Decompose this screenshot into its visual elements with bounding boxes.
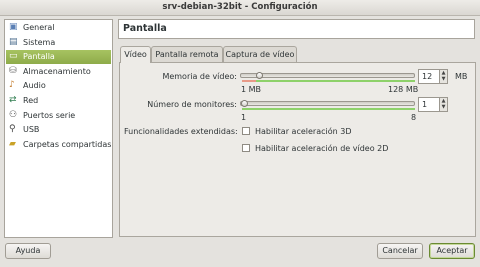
video-memory-ok-range [256,80,415,82]
monitor-count-ok-range [242,108,415,110]
display-icon: ▭ [9,51,18,62]
sidebar-item-pantalla[interactable]: ▭ Pantalla [6,50,111,65]
settings-sidebar: ▣ General ▤ Sistema ▭ Pantalla ⛁ Almacenamiento… [4,19,113,238]
monitor-count-min-label: 1 [241,113,247,122]
sidebar-item-label: Audio [23,81,46,91]
tab-video-capture[interactable]: Captura de vídeo [223,46,297,62]
video-memory-max-label: 128 MB [388,85,419,94]
sidebar-item-sistema[interactable]: ▤ Sistema [6,36,111,50]
monitor-count-slider-handle[interactable] [241,100,248,107]
shared-folder-icon: ▰ [9,138,16,149]
usb-icon: ⚲ [9,124,16,135]
cancel-button[interactable]: Cancelar [377,243,423,259]
help-button[interactable]: Ayuda [5,243,51,259]
video-memory-min-label: 1 MB [241,85,262,94]
chevron-down-icon[interactable]: ▼ [440,76,447,82]
accept-button[interactable]: Aceptar [429,243,475,259]
monitor-count-slider[interactable] [240,101,415,106]
monitor-count-stepper[interactable]: ▲ ▼ [439,97,448,112]
sidebar-item-carpetas-compartidas[interactable]: ▰ Carpetas compartidas [6,138,111,152]
sidebar-item-puertos-serie[interactable]: ⚇ Puertos serie [6,109,111,123]
enable-3d-acceleration-label[interactable]: Habilitar aceleración 3D [255,127,351,136]
storage-icon: ⛁ [9,65,17,76]
window-title: srv-debian-32bit - Configuración [0,0,480,16]
sidebar-item-label: Almacenamiento [23,66,91,76]
chevron-down-icon[interactable]: ▼ [440,104,447,110]
sidebar-item-red[interactable]: ⇄ Red [6,94,111,108]
video-memory-slider[interactable] [240,73,415,78]
video-memory-unit: MB [455,72,468,81]
video-memory-label: Memoria de vídeo: [162,72,237,81]
monitor-count-max-label: 8 [411,113,417,122]
network-icon: ⇄ [9,95,17,105]
audio-icon: ♪ [9,80,15,91]
sidebar-item-label: Puertos serie [23,110,76,120]
sidebar-item-label: Sistema [23,37,56,47]
monitor-count-label: Número de monitores: [147,100,237,109]
tab-video[interactable]: Vídeo [120,46,151,63]
sidebar-item-label: Red [23,96,39,105]
enable-2d-video-acceleration-checkbox[interactable] [242,144,250,152]
sidebar-item-general[interactable]: ▣ General [6,21,111,35]
page-title: Pantalla [118,19,475,39]
sidebar-item-almacenamiento[interactable]: ⛁ Almacenamiento [6,65,111,79]
system-icon: ▤ [9,36,18,47]
video-memory-input[interactable]: 12 [418,69,440,84]
tab-remote-display[interactable]: Pantalla remota [151,46,223,62]
sidebar-item-label: USB [23,125,40,135]
sidebar-item-label: Carpetas compartidas [23,139,111,149]
video-memory-stepper[interactable]: ▲ ▼ [439,69,448,84]
general-icon: ▣ [9,22,18,32]
video-panel: Memoria de vídeo: 1 MB 128 MB 12 ▲ ▼ MB … [119,62,476,237]
monitor-count-input[interactable]: 1 [418,97,440,112]
enable-2d-video-acceleration-label[interactable]: Habilitar aceleración de vídeo 2D [255,144,388,153]
sidebar-item-audio[interactable]: ♪ Audio [6,79,111,93]
extended-features-label: Funcionalidades extendidas: [124,127,238,136]
serial-port-icon: ⚇ [9,109,18,120]
sidebar-item-label: General [23,23,55,32]
sidebar-item-usb[interactable]: ⚲ USB [6,123,111,137]
enable-3d-acceleration-checkbox[interactable] [242,127,250,135]
sidebar-item-label: Pantalla [23,52,55,62]
video-memory-low-range [242,80,256,82]
